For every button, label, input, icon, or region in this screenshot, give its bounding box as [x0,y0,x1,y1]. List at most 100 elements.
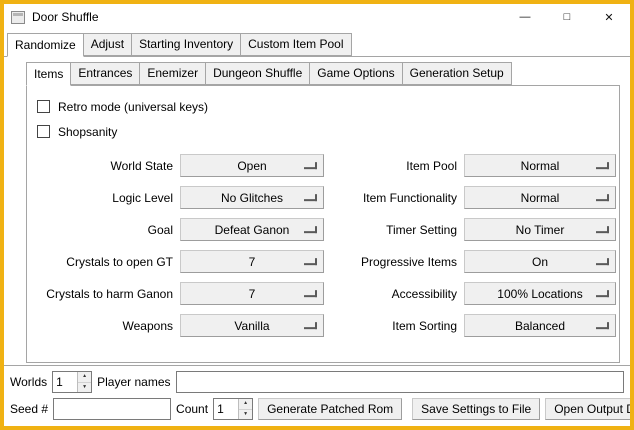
accessibility-value: 100% Locations [497,287,582,301]
tab-game-options[interactable]: Game Options [309,62,402,85]
count-spin-buttons: ▲ ▼ [238,399,252,419]
progressive-items-value: On [532,255,548,269]
crystals-ganon-label: Crystals to harm Ganon [29,287,173,301]
item-functionality-value: Normal [521,191,560,205]
tab-entrances[interactable]: Entrances [70,62,140,85]
weapons-dropdown[interactable]: Vanilla [180,314,324,337]
goal-label: Goal [29,223,173,237]
retro-mode-checkbox[interactable] [37,100,50,113]
progressive-items-dropdown[interactable]: On [464,250,616,273]
world-state-value: Open [237,159,266,173]
dropdown-indicator-icon [596,226,609,233]
item-sorting-dropdown[interactable]: Balanced [464,314,616,337]
close-icon: ✕ [604,11,613,24]
player-names-label: Player names [97,375,170,389]
count-spinner: 1 ▲ ▼ [213,398,253,420]
timer-setting-dropdown[interactable]: No Timer [464,218,616,241]
tab-custom-item-pool[interactable]: Custom Item Pool [240,33,351,56]
item-pool-value: Normal [521,159,560,173]
crystals-ganon-dropdown[interactable]: 7 [180,282,324,305]
randomize-panel: Items Entrances Enemizer Dungeon Shuffle… [4,56,630,366]
count-label: Count [176,402,208,416]
count-value[interactable]: 1 [214,399,238,419]
open-output-directory-button[interactable]: Open Output Directory [545,398,634,420]
sub-tab-bar: Items Entrances Enemizer Dungeon Shuffle… [4,57,630,85]
tab-enemizer[interactable]: Enemizer [139,62,206,85]
world-state-dropdown[interactable]: Open [180,154,324,177]
item-functionality-label: Item Functionality [331,191,457,205]
retro-mode-label: Retro mode (universal keys) [58,100,208,114]
goal-value: Defeat Ganon [215,223,290,237]
window-title: Door Shuffle [32,10,99,24]
minimize-icon: — [520,11,531,23]
crystals-gt-value: 7 [249,255,256,269]
crystals-gt-label: Crystals to open GT [29,255,173,269]
tab-adjust[interactable]: Adjust [83,33,132,56]
maximize-icon: □ [564,11,571,23]
tab-starting-inventory[interactable]: Starting Inventory [131,33,241,56]
timer-setting-label: Timer Setting [331,223,457,237]
main-tab-bar: Randomize Adjust Starting Inventory Cust… [4,30,630,56]
tab-generation-setup[interactable]: Generation Setup [402,62,512,85]
retro-mode-row: Retro mode (universal keys) [37,94,618,119]
tab-dungeon-shuffle[interactable]: Dungeon Shuffle [205,62,310,85]
goal-dropdown[interactable]: Defeat Ganon [180,218,324,241]
logic-level-value: No Glitches [221,191,283,205]
worlds-spinner: 1 ▲ ▼ [52,371,92,393]
seed-row: Seed # Count 1 ▲ ▼ Generate Patched Rom … [10,398,624,420]
player-names-input[interactable] [176,371,625,393]
save-settings-button[interactable]: Save Settings to File [412,398,540,420]
seed-input[interactable] [53,398,171,420]
item-sorting-value: Balanced [515,319,565,333]
dropdown-indicator-icon [304,322,317,329]
weapons-value: Vanilla [234,319,269,333]
item-functionality-dropdown[interactable]: Normal [464,186,616,209]
minimize-button[interactable]: — [504,4,546,30]
dropdown-indicator-icon [596,258,609,265]
window: Door Shuffle — □ ✕ Randomize Adjust Star… [0,0,634,430]
generate-patched-rom-button[interactable]: Generate Patched Rom [258,398,402,420]
app-icon[interactable] [11,11,25,24]
shopsanity-label: Shopsanity [58,125,117,139]
worlds-label: Worlds [10,375,47,389]
shopsanity-checkbox[interactable] [37,125,50,138]
accessibility-label: Accessibility [331,287,457,301]
item-sorting-label: Item Sorting [331,319,457,333]
titlebar[interactable]: Door Shuffle — □ ✕ [4,4,630,30]
worlds-spin-buttons: ▲ ▼ [77,372,91,392]
dropdown-indicator-icon [304,194,317,201]
accessibility-dropdown[interactable]: 100% Locations [464,282,616,305]
world-state-label: World State [29,159,173,173]
spin-down-icon[interactable]: ▼ [78,382,91,393]
crystals-gt-dropdown[interactable]: 7 [180,250,324,273]
dropdown-indicator-icon [304,258,317,265]
progressive-items-label: Progressive Items [331,255,457,269]
worlds-row: Worlds 1 ▲ ▼ Player names [10,371,624,393]
weapons-label: Weapons [29,319,173,333]
tab-randomize[interactable]: Randomize [7,33,84,57]
spin-down-icon[interactable]: ▼ [239,409,252,420]
dropdown-indicator-icon [304,226,317,233]
dropdown-indicator-icon [596,194,609,201]
close-button[interactable]: ✕ [588,4,630,30]
logic-level-dropdown[interactable]: No Glitches [180,186,324,209]
timer-setting-value: No Timer [516,223,565,237]
spin-up-icon[interactable]: ▲ [239,399,252,409]
dropdown-indicator-icon [304,290,317,297]
item-pool-label: Item Pool [331,159,457,173]
maximize-button[interactable]: □ [546,4,588,30]
item-pool-dropdown[interactable]: Normal [464,154,616,177]
shopsanity-row: Shopsanity [37,119,618,144]
window-controls: — □ ✕ [504,4,630,30]
seed-label: Seed # [10,402,48,416]
dropdown-indicator-icon [596,162,609,169]
crystals-ganon-value: 7 [249,287,256,301]
tab-items[interactable]: Items [26,62,71,86]
worlds-value[interactable]: 1 [53,372,77,392]
dropdown-indicator-icon [596,290,609,297]
options-grid: World State Open Item Pool Normal Logic … [29,154,617,337]
dropdown-indicator-icon [304,162,317,169]
bottom-controls: Worlds 1 ▲ ▼ Player names Seed # Count 1… [4,366,630,426]
items-panel: Retro mode (universal keys) Shopsanity W… [26,85,620,363]
spin-up-icon[interactable]: ▲ [78,372,91,382]
